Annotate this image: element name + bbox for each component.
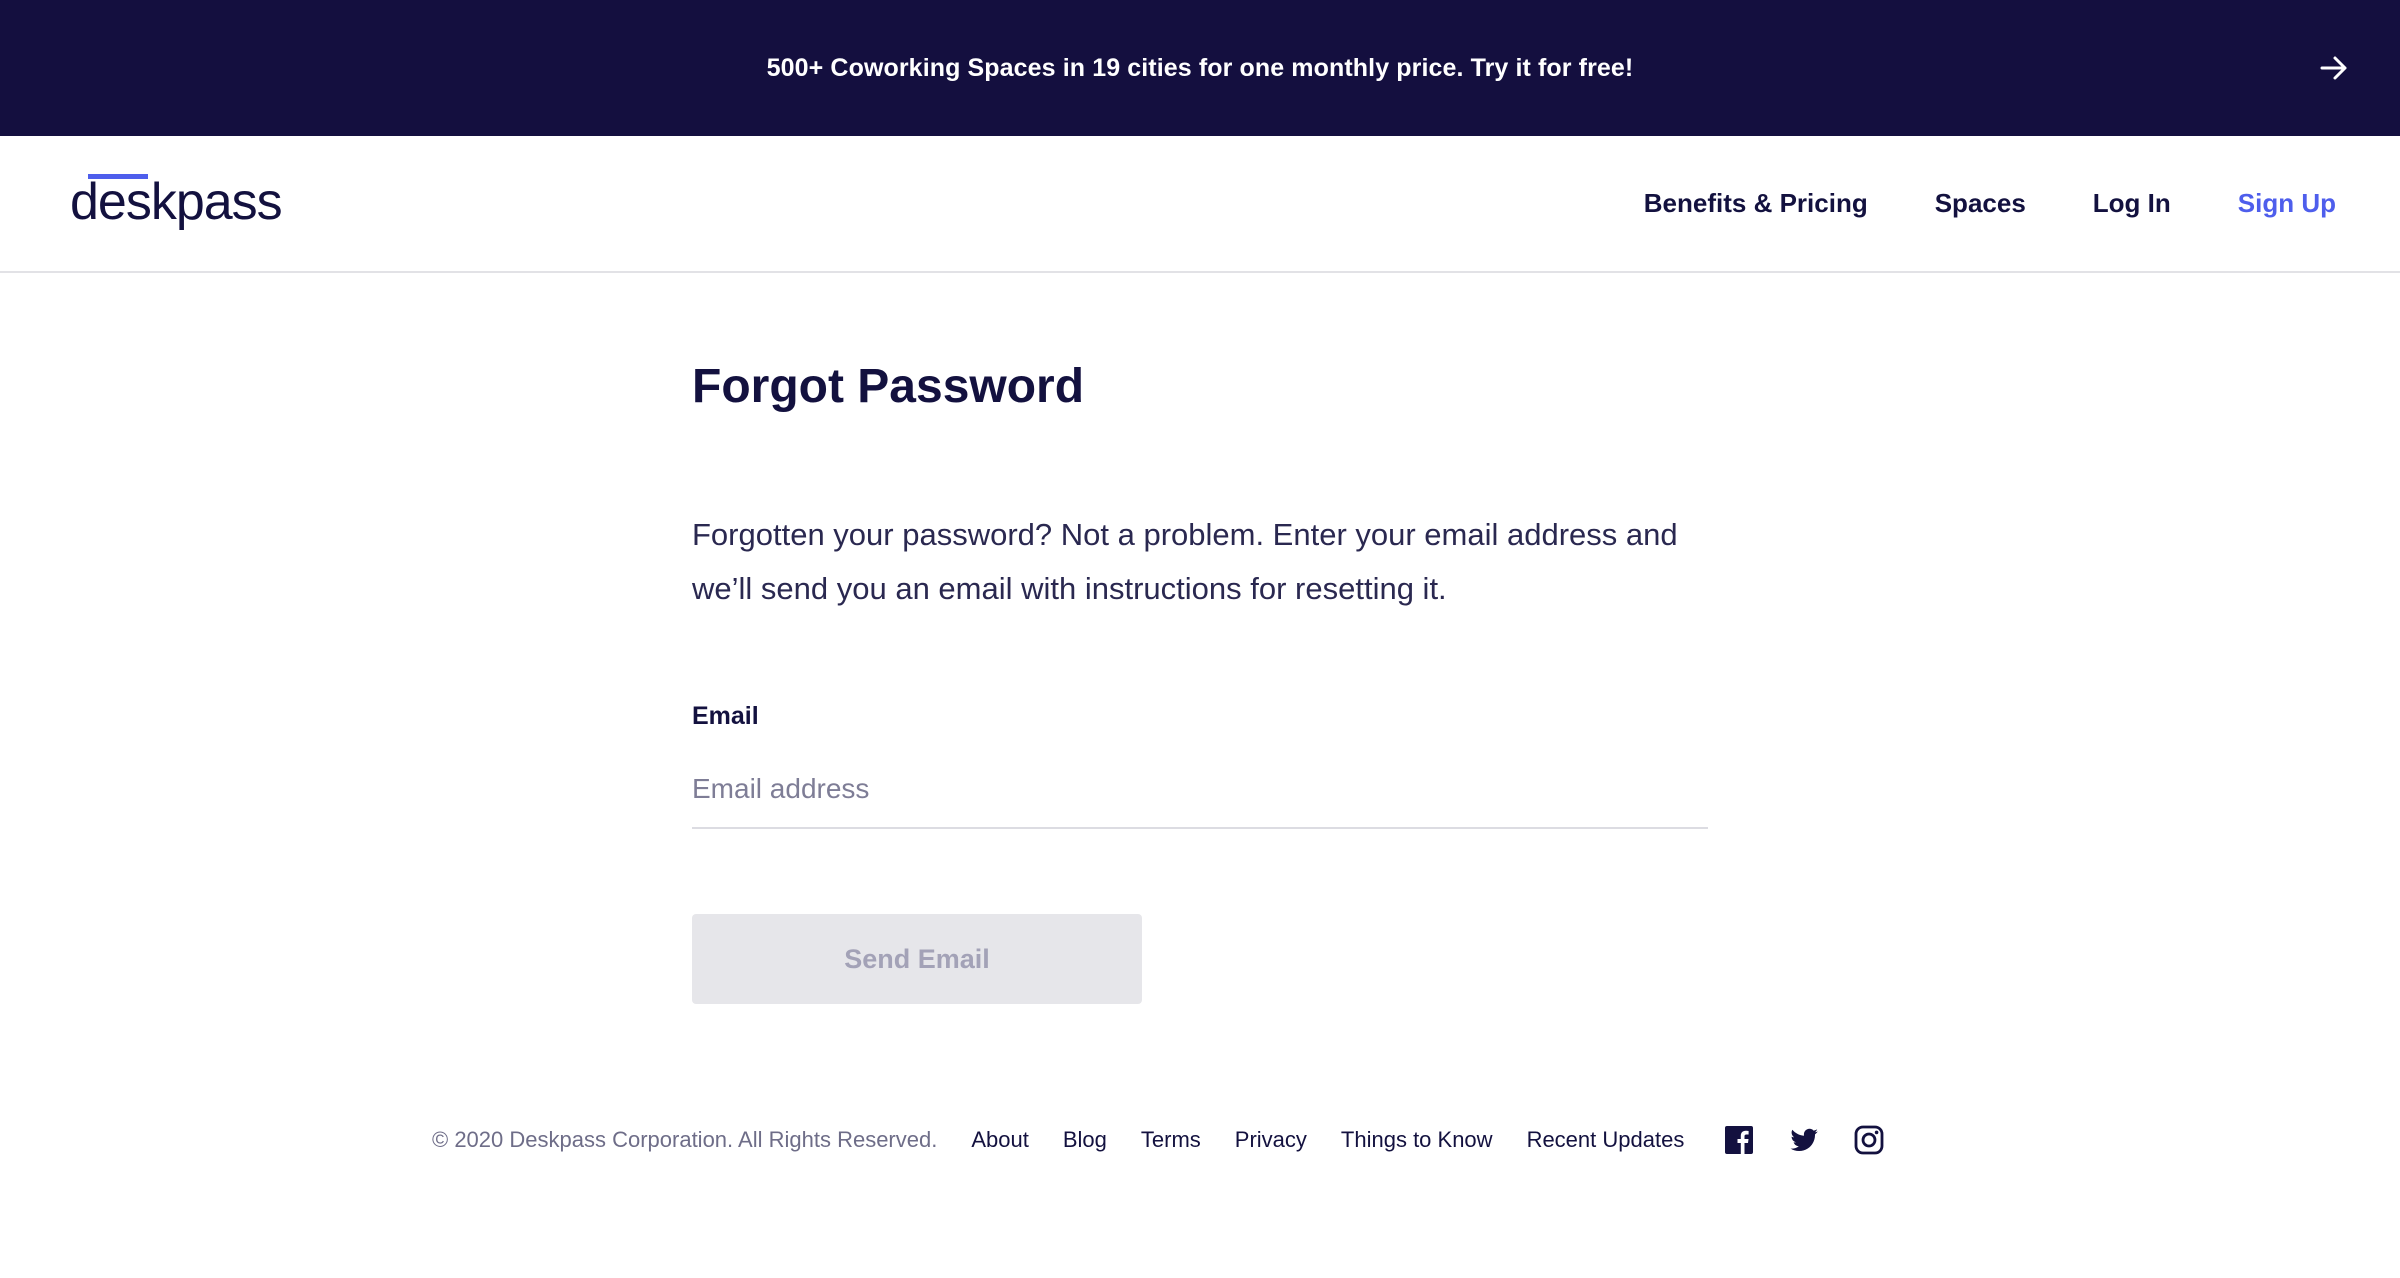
arrow-right-icon[interactable] (2316, 50, 2352, 86)
deskpass-logo[interactable]: deskpass (70, 173, 283, 238)
nav-spaces[interactable]: Spaces (1935, 188, 2026, 219)
promo-text[interactable]: 500+ Coworking Spaces in 19 cities for o… (767, 54, 1634, 83)
footer-link-terms[interactable]: Terms (1141, 1127, 1201, 1153)
nav-benefits-pricing[interactable]: Benefits & Pricing (1644, 188, 1868, 219)
copyright-text: © 2020 Deskpass Corporation. All Rights … (432, 1127, 938, 1152)
footer-link-things-to-know[interactable]: Things to Know (1341, 1127, 1493, 1153)
main-nav: Benefits & Pricing Spaces Log In Sign Up (1577, 136, 2336, 271)
site-header: deskpass Benefits & Pricing Spaces Log I… (0, 136, 2400, 273)
instagram-icon[interactable] (1853, 1124, 1885, 1156)
site-footer: © 2020 Deskpass Corporation. All Rights … (432, 1118, 1885, 1162)
footer-link-about[interactable]: About (971, 1127, 1029, 1153)
footer-link-blog[interactable]: Blog (1063, 1127, 1107, 1153)
footer-link-privacy[interactable]: Privacy (1235, 1127, 1307, 1153)
footer-link-recent-updates[interactable]: Recent Updates (1527, 1127, 1685, 1153)
social-links (1723, 1124, 1885, 1156)
email-field[interactable] (692, 751, 1708, 829)
twitter-icon[interactable] (1788, 1124, 1820, 1156)
logo-text: deskpass (70, 173, 283, 231)
nav-log-in[interactable]: Log In (2093, 188, 2171, 219)
promo-banner[interactable]: 500+ Coworking Spaces in 19 cities for o… (0, 0, 2400, 136)
send-email-button[interactable]: Send Email (692, 914, 1142, 1004)
facebook-icon[interactable] (1723, 1124, 1755, 1156)
page-title: Forgot Password (692, 360, 1085, 413)
nav-sign-up[interactable]: Sign Up (2238, 188, 2336, 219)
email-label: Email (692, 702, 759, 730)
intro-text: Forgotten your password? Not a problem. … (692, 517, 1678, 606)
